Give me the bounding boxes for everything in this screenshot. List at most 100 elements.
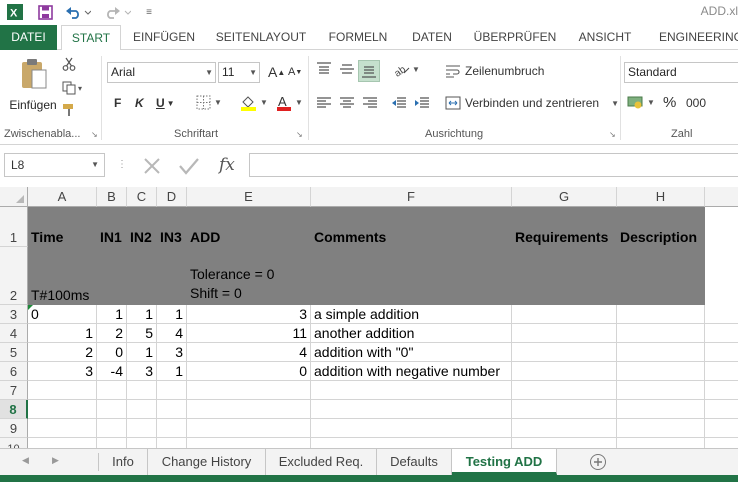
cell-b4[interactable]: 2 xyxy=(97,324,127,343)
cell-e5[interactable]: 4 xyxy=(187,343,311,362)
cell-f6[interactable]: addition with negative number xyxy=(311,362,512,381)
align-center-icon[interactable] xyxy=(339,96,355,110)
cell-d5[interactable]: 3 xyxy=(157,343,187,362)
clipboard-launcher-icon[interactable]: ↘ xyxy=(91,130,98,139)
empty-rows[interactable] xyxy=(28,381,738,448)
cell-b2[interactable] xyxy=(97,247,127,305)
formula-input[interactable] xyxy=(249,153,738,177)
cell-g4[interactable] xyxy=(512,324,617,343)
tab-review[interactable]: ÜBERPRÜFEN xyxy=(470,25,560,50)
sheet-tab-excluded-req[interactable]: Excluded Req. xyxy=(266,449,377,475)
cell-b6[interactable]: -4 xyxy=(97,362,127,381)
alignment-launcher-icon[interactable]: ↘ xyxy=(609,130,616,139)
format-painter-icon[interactable] xyxy=(62,102,78,118)
cell-h2[interactable] xyxy=(617,247,705,305)
tab-file[interactable]: DATEI xyxy=(0,25,57,50)
tab-view[interactable]: ANSICHT xyxy=(569,25,641,50)
tab-data[interactable]: DATEN xyxy=(403,25,461,50)
italic-button[interactable]: K xyxy=(135,96,144,110)
underline-button[interactable]: U ▼ xyxy=(156,96,175,110)
copy-icon[interactable]: ▾ xyxy=(62,80,90,96)
add-sheet-icon[interactable] xyxy=(589,453,607,474)
sheet-tab-change-history[interactable]: Change History xyxy=(148,449,266,475)
increase-indent-icon[interactable] xyxy=(414,96,430,110)
enter-icon[interactable] xyxy=(178,156,200,179)
cell-g6[interactable] xyxy=(512,362,617,381)
merge-center-button[interactable]: Verbinden und zentrieren ▼ xyxy=(445,96,619,110)
decrease-indent-icon[interactable] xyxy=(391,96,407,110)
cell-c4[interactable]: 5 xyxy=(127,324,157,343)
cell-a1[interactable]: Time xyxy=(28,207,97,247)
cell-a5[interactable]: 2 xyxy=(28,343,97,362)
font-name-select[interactable]: Arial ▼ xyxy=(107,62,216,83)
grow-font-button[interactable]: A ▲ xyxy=(268,64,285,80)
cell-d3[interactable]: 1 xyxy=(157,305,187,324)
font-size-select[interactable]: 11 ▼ xyxy=(218,62,260,83)
tab-engineering[interactable]: ENGINEERING C xyxy=(652,25,738,50)
cell-h6[interactable] xyxy=(617,362,705,381)
paste-button[interactable]: Einfügen xyxy=(8,56,57,116)
cell-e2[interactable]: Tolerance = 0 Shift = 0 xyxy=(187,247,311,305)
scroll-right-icon[interactable]: ▶ xyxy=(52,455,59,466)
cell-e1[interactable]: ADD xyxy=(187,207,311,247)
cancel-icon[interactable] xyxy=(142,156,162,179)
cell-b5[interactable]: 0 xyxy=(97,343,127,362)
row-header-1[interactable]: 1 xyxy=(0,207,28,247)
wrap-text-button[interactable]: Zeilenumbruch xyxy=(445,64,544,78)
borders-icon[interactable]: ▼ xyxy=(196,95,222,110)
font-color-icon[interactable]: A ▼ xyxy=(276,94,303,111)
cell-e3[interactable]: 3 xyxy=(187,305,311,324)
name-box[interactable]: L8 ▼ xyxy=(4,153,105,177)
number-format-select[interactable]: Standard xyxy=(624,62,738,83)
cut-icon[interactable] xyxy=(62,56,78,72)
cell-e6[interactable]: 0 xyxy=(187,362,311,381)
column-header-a[interactable]: A xyxy=(28,187,97,207)
align-top-icon[interactable] xyxy=(316,62,332,76)
cell-f2[interactable] xyxy=(311,247,512,305)
cell-b1[interactable]: IN1 xyxy=(97,207,127,247)
cell-g5[interactable] xyxy=(512,343,617,362)
column-header-h[interactable]: H xyxy=(617,187,705,207)
tab-start[interactable]: START xyxy=(61,25,121,51)
cell-b3[interactable]: 1 xyxy=(97,305,127,324)
fill-color-icon[interactable]: ▼ xyxy=(240,94,268,111)
row-header-5[interactable]: 5 xyxy=(0,343,28,362)
insert-function-button[interactable]: fx xyxy=(219,155,235,175)
sheet-tab-info[interactable]: Info xyxy=(99,449,148,475)
select-all-corner[interactable] xyxy=(0,187,28,207)
cell-f4[interactable]: another addition xyxy=(311,324,512,343)
grid-overflow-column[interactable] xyxy=(705,305,738,381)
cell-a6[interactable]: 3 xyxy=(28,362,97,381)
column-header-g[interactable]: G xyxy=(512,187,617,207)
align-left-icon[interactable] xyxy=(316,96,332,110)
sheet-tab-testing-add[interactable]: Testing ADD xyxy=(452,449,557,475)
cell-d6[interactable]: 1 xyxy=(157,362,187,381)
cell-f1[interactable]: Comments xyxy=(311,207,512,247)
redo-icon[interactable] xyxy=(104,3,132,21)
percent-button[interactable]: % xyxy=(663,94,676,111)
cell-c1[interactable]: IN2 xyxy=(127,207,157,247)
font-launcher-icon[interactable]: ↘ xyxy=(296,130,303,139)
tab-page-layout[interactable]: SEITENLAYOUT xyxy=(208,25,314,50)
align-bottom-icon[interactable] xyxy=(358,60,380,82)
save-icon[interactable] xyxy=(36,3,54,21)
worksheet-grid[interactable]: A B C D E F G H 1 2 3 4 5 6 7 8 9 10 Tim… xyxy=(0,187,738,448)
row-header-6[interactable]: 6 xyxy=(0,362,28,381)
cell-h3[interactable] xyxy=(617,305,705,324)
sheet-tab-defaults[interactable]: Defaults xyxy=(377,449,452,475)
cell-h4[interactable] xyxy=(617,324,705,343)
undo-icon[interactable] xyxy=(64,3,92,21)
cell-g3[interactable] xyxy=(512,305,617,324)
row-header-9[interactable]: 9 xyxy=(0,419,28,438)
cell-h1[interactable]: Description xyxy=(617,207,705,247)
tab-insert[interactable]: EINFÜGEN xyxy=(127,25,201,50)
currency-icon[interactable]: ▼ xyxy=(627,95,655,110)
cell-g1[interactable]: Requirements xyxy=(512,207,617,247)
cell-c5[interactable]: 1 xyxy=(127,343,157,362)
tab-formulas[interactable]: FORMELN xyxy=(321,25,395,50)
align-middle-icon[interactable] xyxy=(339,62,355,76)
align-right-icon[interactable] xyxy=(362,96,378,110)
cell-d1[interactable]: IN3 xyxy=(157,207,187,247)
orientation-icon[interactable]: ab ▼ xyxy=(392,61,420,77)
row-header-7[interactable]: 7 xyxy=(0,381,28,400)
